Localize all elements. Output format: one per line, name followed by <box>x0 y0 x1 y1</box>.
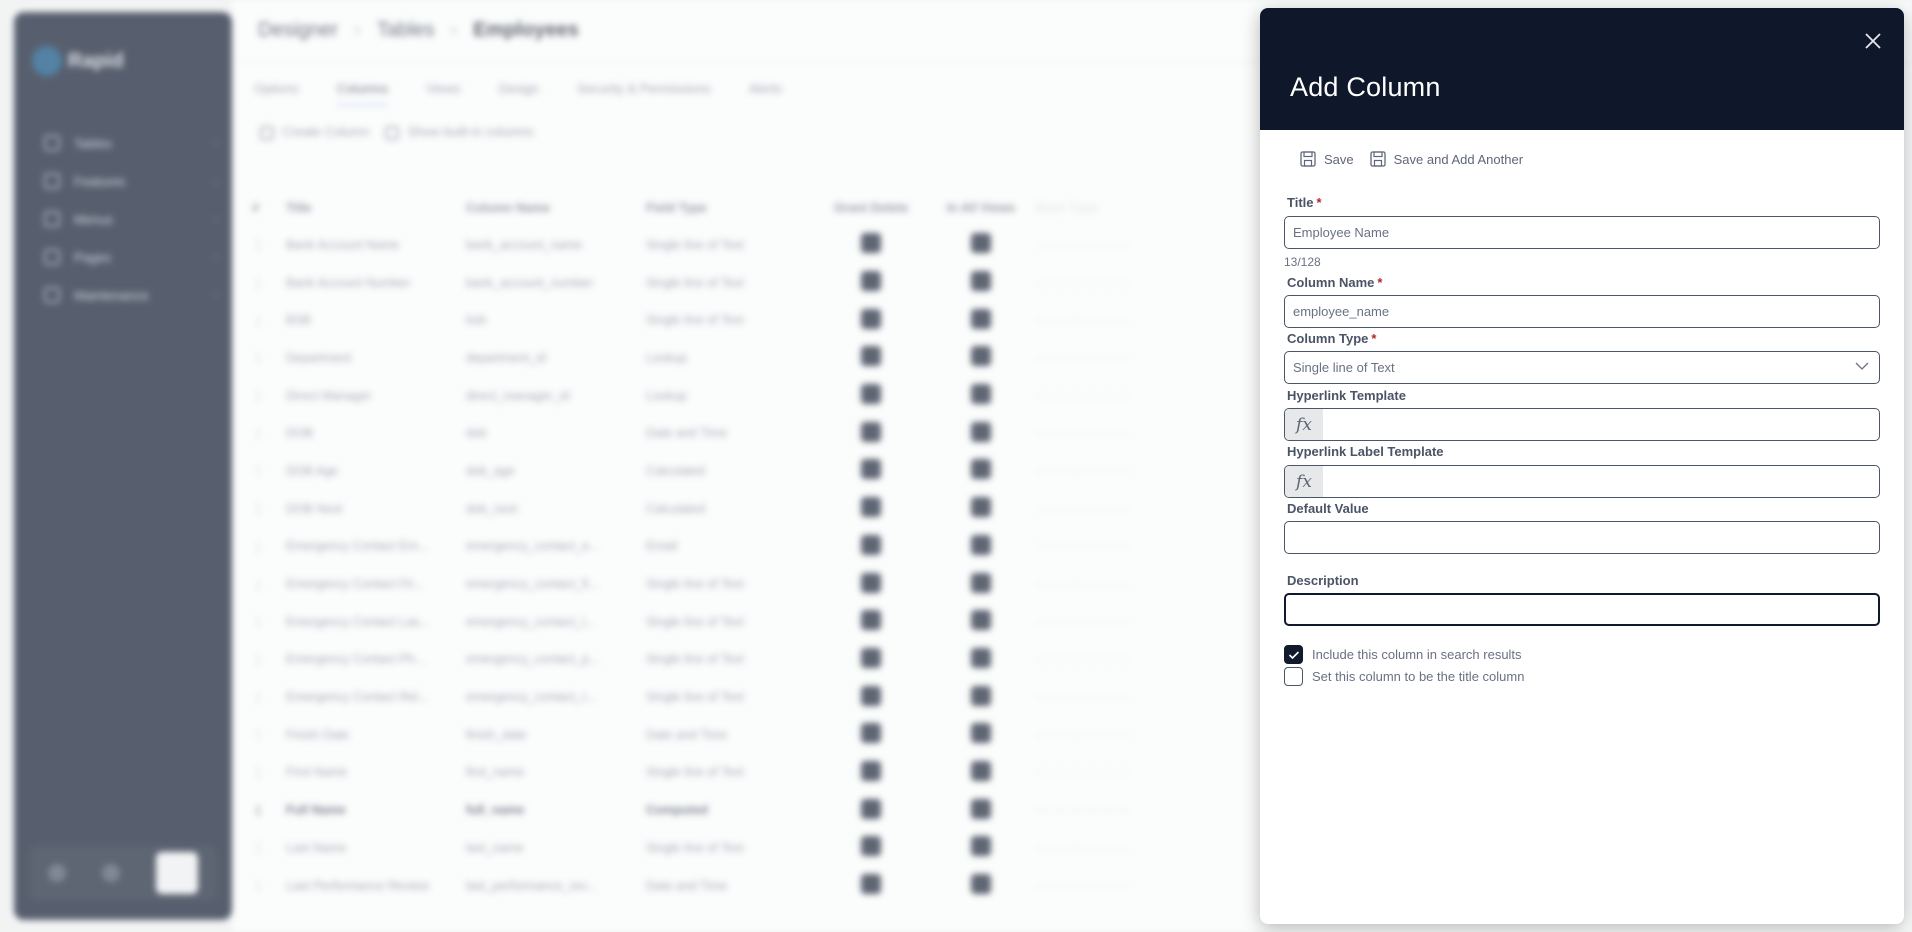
hyperlink-label-template-input[interactable]: fx <box>1284 465 1880 498</box>
panel-title: Add Column <box>1290 72 1441 102</box>
column-type-select[interactable]: Single line of Text <box>1284 351 1880 384</box>
description-label: Description <box>1287 573 1359 588</box>
column-type-label: Column Type * <box>1287 331 1376 346</box>
column-name-label: Column Name * <box>1287 275 1382 290</box>
column-type-value: Single line of Text <box>1293 360 1395 375</box>
default-value-label: Default Value <box>1287 501 1369 516</box>
save-and-add-another-button[interactable]: Save and Add Another <box>1369 151 1524 167</box>
checkmark-icon <box>1288 650 1299 659</box>
default-value-input[interactable] <box>1284 521 1880 554</box>
save-and-add-another-label: Save and Add Another <box>1393 151 1524 167</box>
column-type-label-text: Column Type <box>1287 331 1369 346</box>
close-button[interactable] <box>1862 30 1884 52</box>
hyperlink-label-template-label: Hyperlink Label Template <box>1287 444 1444 459</box>
hyperlink-template-input[interactable]: fx <box>1284 408 1880 441</box>
title-value: Employee Name <box>1293 225 1390 240</box>
include-in-search-checkbox[interactable] <box>1284 645 1303 664</box>
save-icon <box>1300 151 1316 167</box>
save-label: Save <box>1324 151 1354 167</box>
close-icon <box>1865 33 1881 49</box>
hyperlink-template-label: Hyperlink Template <box>1287 388 1406 403</box>
include-in-search-label[interactable]: Include this column in search results <box>1312 647 1522 662</box>
formula-icon[interactable]: fx <box>1285 466 1323 497</box>
add-column-panel: Add Column Save Save and Add Another Tit… <box>1260 8 1904 924</box>
title-label-text: Title <box>1287 195 1314 210</box>
title-column-row: Set this column to be the title column <box>1284 667 1524 686</box>
required-mark: * <box>1371 331 1377 346</box>
column-name-value: employee_name <box>1293 304 1390 319</box>
required-mark: * <box>1377 275 1383 290</box>
save-icon <box>1369 151 1386 167</box>
title-char-counter: 13/128 <box>1284 255 1321 269</box>
panel-header: Add Column <box>1260 8 1904 130</box>
save-button[interactable]: Save <box>1300 151 1354 167</box>
chevron-down-icon <box>1855 362 1869 370</box>
title-column-label[interactable]: Set this column to be the title column <box>1312 669 1524 684</box>
column-name-label-text: Column Name <box>1287 275 1375 290</box>
title-input[interactable]: Employee Name <box>1284 216 1880 249</box>
formula-icon[interactable]: fx <box>1285 409 1323 440</box>
title-column-checkbox[interactable] <box>1284 667 1303 686</box>
required-mark: * <box>1316 195 1322 210</box>
title-label: Title * <box>1287 195 1322 210</box>
panel-toolbar: Save Save and Add Another <box>1300 151 1523 167</box>
description-input[interactable] <box>1284 593 1880 626</box>
column-name-input[interactable]: employee_name <box>1284 295 1880 328</box>
include-in-search-row: Include this column in search results <box>1284 645 1522 664</box>
